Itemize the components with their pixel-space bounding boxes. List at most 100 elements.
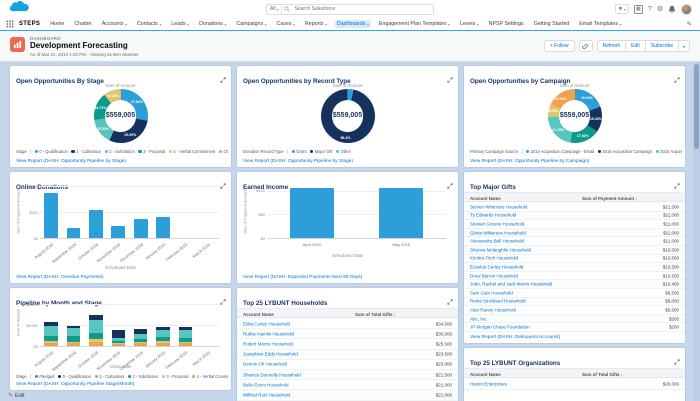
column-header-account-name[interactable]: Account Name	[470, 196, 501, 201]
expand-icon[interactable]	[220, 176, 226, 194]
stack-segment-2-solicitation[interactable]	[89, 333, 103, 340]
account-name-link[interactable]: Eldia Curley Household	[243, 321, 290, 326]
column-header-sum-of-payment-amount[interactable]: Sum of Payment Amount ↓	[582, 196, 637, 201]
view-report-link[interactable]: View Report (DASH: Expected Payments Nex…	[243, 275, 362, 280]
stack-segment-3-proposal[interactable]	[111, 342, 126, 344]
stack-segment-0-qualification[interactable]	[156, 326, 170, 331]
account-name-link[interactable]: Belle Evers Household	[243, 382, 289, 387]
account-name-link[interactable]: Drew Barron Household	[470, 273, 518, 278]
tab-reports[interactable]: Reports ▾	[303, 20, 329, 28]
account-name-link[interactable]: Shanice Donnelly Household	[243, 372, 301, 377]
search-input[interactable]	[292, 6, 433, 12]
account-name-link[interactable]: John, Rachel and Jack Morris Household	[470, 282, 552, 287]
account-name-link[interactable]: Alan Raney Household	[470, 307, 516, 312]
stack-segment-4-verbal-commitment[interactable]	[156, 343, 170, 346]
bar-december-2018[interactable]	[133, 218, 148, 238]
favorites-icon[interactable]: ★ ▾	[614, 4, 629, 14]
tab-engagement-plan-templates[interactable]: Engagement Plan Templates ▾	[377, 20, 452, 28]
stack-segment-4-verbal-commitment[interactable]	[111, 343, 126, 346]
guidance-icon[interactable]: ▦	[633, 4, 643, 14]
account-name-link[interactable]: Kimbra Fitch Household	[470, 256, 518, 261]
scrollbar-thumb[interactable]	[694, 64, 699, 149]
tab-levels[interactable]: Levels ▾	[458, 20, 481, 28]
tab-dashboards[interactable]: Dashboards ▾	[334, 20, 371, 28]
bar-october-2018[interactable]	[89, 210, 103, 238]
view-report-link[interactable]: View Report (DASH: Opportunity Pipeline …	[16, 382, 134, 387]
view-report-link[interactable]: View Report (DASH: Opportunity Pipeline …	[16, 159, 126, 164]
expand-icon[interactable]	[447, 176, 453, 194]
stack-segment-4-verbal-commitment[interactable]	[44, 342, 58, 346]
attach-icon-button[interactable]	[578, 40, 593, 52]
column-header-sum-of-total-gifts[interactable]: Sum of Total Gifts ↓	[355, 312, 396, 317]
subscribe-button[interactable]: Subscribe	[645, 40, 679, 52]
stack-segment-2-solicitation[interactable]	[66, 336, 81, 342]
stack-segment-0-qualification[interactable]	[44, 321, 58, 327]
tab-getting-started[interactable]: Getting Started	[532, 20, 572, 28]
edit-button[interactable]: Edit	[626, 40, 646, 52]
dashboard-edit-control[interactable]: ✎ Edit	[8, 392, 25, 400]
account-name-link[interactable]: Eusebio Curley Household	[470, 264, 523, 269]
stack-segment-2-solicitation[interactable]	[178, 337, 193, 342]
stack-segment-3-proposal[interactable]	[89, 339, 103, 343]
stack-segment-1-cultivation[interactable]	[66, 328, 81, 337]
stack-segment-3-proposal[interactable]	[133, 341, 148, 344]
tab-donations[interactable]: Donations ▾	[197, 20, 228, 28]
account-name-link[interactable]: Josephine Eddy Household	[243, 352, 298, 357]
account-name-link[interactable]: Gloria Wilkerson Household	[470, 230, 526, 235]
stack-segment-3-proposal[interactable]	[44, 340, 58, 343]
stack-segment-1-cultivation[interactable]	[89, 319, 103, 334]
stack-segment-1-cultivation[interactable]	[133, 334, 148, 339]
stack-segment-1-cultivation[interactable]	[111, 337, 126, 341]
search-scope-selector[interactable]: All ▾	[267, 4, 283, 14]
account-name-link[interactable]: Abc, Inc.	[470, 316, 488, 321]
stack-segment-4-verbal-commitment[interactable]	[89, 342, 103, 346]
stack-segment-4-verbal-commitment[interactable]	[133, 343, 148, 346]
expand-icon[interactable]	[220, 292, 226, 310]
view-report-link[interactable]: View Report (DASH: Opportunity Pipeline …	[470, 159, 589, 164]
bar-january-2019[interactable]	[156, 217, 170, 238]
pencil-icon[interactable]: ✎	[687, 20, 694, 28]
donut-chart[interactable]: $559,005	[93, 89, 148, 143]
tab-campaigns[interactable]: Campaigns ▾	[234, 20, 268, 28]
salesforce-logo[interactable]	[8, 0, 32, 19]
bar-november-2018[interactable]	[111, 225, 126, 238]
stack-segment-0-qualification[interactable]	[111, 330, 126, 338]
column-header-account-name[interactable]: Account Name	[470, 372, 501, 377]
stack-segment-3-proposal[interactable]	[156, 340, 170, 344]
follow-button[interactable]: + Follow	[543, 40, 575, 52]
column-header-account-name[interactable]: Account Name	[243, 312, 274, 317]
account-name-link[interactable]: Steven Whitmore Household	[470, 204, 527, 209]
stack-segment-0-qualification[interactable]	[133, 328, 148, 335]
bar-august-2018[interactable]	[44, 192, 59, 238]
tab-home[interactable]: Home	[48, 20, 66, 28]
setup-gear-icon[interactable]: ⚙	[657, 6, 663, 13]
account-name-link[interactable]: Dennis Oh Household	[243, 362, 287, 367]
stack-segment-0-qualification[interactable]	[66, 326, 81, 329]
scrollbar[interactable]	[693, 62, 700, 401]
stack-segment-3-proposal[interactable]	[178, 341, 193, 344]
account-name-link[interactable]: Haven Enterprises	[470, 382, 507, 387]
avatar[interactable]	[681, 3, 692, 15]
bar-april-2019[interactable]	[289, 188, 334, 238]
account-name-link[interactable]: Reina Strickland Household	[470, 299, 526, 304]
view-report-link[interactable]: View Report (DASH: Overdue Payments)	[16, 275, 104, 280]
view-report-link[interactable]: View Report (DASH: Opportunity Pipeline …	[243, 159, 353, 164]
stack-segment-4-verbal-commitment[interactable]	[66, 343, 81, 346]
account-name-link[interactable]: Sam Gale Household	[470, 290, 513, 295]
app-launcher-icon[interactable]	[6, 20, 14, 28]
stack-segment-2-solicitation[interactable]	[156, 336, 170, 341]
bar-september-2018[interactable]	[66, 227, 81, 238]
tab-cases[interactable]: Cases ▾	[275, 20, 297, 28]
account-name-link[interactable]: Shenna Mclaughlin Household	[470, 247, 531, 252]
account-name-link[interactable]: Wilfred Ruiz Household	[243, 392, 290, 397]
account-name-link[interactable]: Alessandra Bell Household	[470, 239, 524, 244]
stack-segment-1-cultivation[interactable]	[44, 326, 58, 336]
column-header-sum-of-total-gifts[interactable]: Sum of Total Gifts ↓	[582, 372, 623, 377]
bar-may-2019[interactable]	[379, 188, 424, 238]
stack-segment-0-qualification[interactable]	[178, 326, 193, 331]
stack-segment-4-verbal-commitment[interactable]	[178, 343, 193, 346]
view-report-link[interactable]: View Report (DASH: Delinquent Accounts)	[470, 335, 560, 340]
account-name-link[interactable]: Stewart Greene Household	[470, 221, 524, 226]
help-icon[interactable]: ?	[648, 6, 652, 13]
tab-accounts[interactable]: Accounts ▾	[100, 20, 129, 28]
